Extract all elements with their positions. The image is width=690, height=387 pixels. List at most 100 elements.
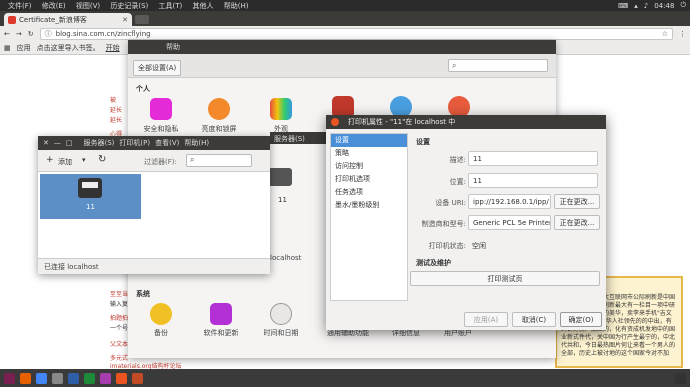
forward-icon[interactable]: → [16,30,22,38]
device-uri-label: 设备 URI: [435,199,466,207]
new-tab-button[interactable] [135,15,149,24]
menu-help[interactable]: 帮助(H) [184,138,209,148]
description-field[interactable]: 11 [468,151,598,166]
settings-item-label[interactable]: 备份 [131,328,191,338]
appearance-icon[interactable] [270,98,292,120]
software-update-icon[interactable] [210,303,232,325]
sidebar-item-ink-levels[interactable]: 墨水/墨粉级别 [331,199,407,212]
all-settings-button[interactable]: 全部设置(A) [133,60,182,76]
ok-button[interactable]: 确定(O) [560,312,602,327]
address-bar[interactable]: ⓘ blog.sina.com.cn/zincflying ☆ [39,28,673,40]
help-menu[interactable]: 帮助 [166,42,180,52]
maximize-icon[interactable]: □ [66,139,73,147]
menu-file[interactable]: 文件(F) [8,2,32,10]
printer-item-selected[interactable]: 11 [40,174,141,219]
settings-item-label[interactable]: 安全和隐私 [131,124,191,134]
change-uri-button[interactable]: 正在更改... [554,194,600,209]
connection-status: 已连接 localhost [38,258,270,274]
reload-icon[interactable]: ↻ [28,30,34,38]
menu-history[interactable]: 历史记录(S) [110,2,148,10]
menu-tools[interactable]: 工具(T) [159,2,183,10]
print-test-page-button[interactable]: 打印测试页 [410,271,600,286]
blog-link[interactable]: 至至当 [110,289,128,298]
taskbar [0,369,690,387]
settings-item-label[interactable]: 时间和日期 [251,328,311,338]
device-uri-field[interactable]: ipp://192.168.0.1/ipp/ [468,194,551,209]
cancel-button[interactable]: 取消(C) [512,312,556,327]
minimize-icon[interactable]: — [54,139,61,147]
menu-server[interactable]: 服务器(S) [84,138,115,148]
files-icon[interactable] [52,372,63,384]
menu-edit[interactable]: 修改(E) [42,2,66,10]
add-icon[interactable]: + [46,155,54,165]
writer-icon[interactable] [68,372,79,384]
info-icon[interactable]: ⓘ [45,29,52,39]
blog-link[interactable]: 延长 [110,115,122,124]
printer-name: 11 [86,203,95,211]
refresh-icon[interactable]: ↻ [98,154,106,165]
filter-input[interactable]: ⌕ [186,154,252,167]
blog-link[interactable]: 父文本 [110,339,128,348]
sidebar-item-printer-options[interactable]: 打印机选项 [331,173,407,186]
clock-icon[interactable] [270,303,292,325]
printer-properties-dialog: 打印机属性 - "11"在 localhost 中 设置 策略 访问控制 打印机… [326,115,606,330]
close-tab-icon[interactable]: ✕ [122,16,128,24]
sidebar-item-policies[interactable]: 策略 [331,147,407,160]
printers-toolbar: + 添加 ▾ ↻ 过滤器(F): ⌕ [38,150,270,172]
printer-state-label: 打印机状态: [428,242,466,250]
menu-help[interactable]: 帮助(H) [224,2,249,10]
settings-search-input[interactable]: ⌕ [448,59,548,72]
behind-status: localhost [270,254,302,262]
close-icon[interactable]: ✕ [43,139,49,147]
volume-icon[interactable]: ♪ [644,2,648,10]
ubuntu-icon[interactable] [4,372,15,384]
star-icon[interactable]: ☆ [662,30,668,38]
network-icon[interactable]: ▴ [634,2,638,10]
bookmark-apps[interactable]: 应用 [17,43,31,53]
close-icon[interactable] [331,118,339,126]
menu-view[interactable]: 视图(V) [76,2,100,10]
chrome-icon[interactable] [36,372,47,384]
sidebar-item-settings[interactable]: 设置 [331,134,407,147]
favicon-icon [8,15,16,24]
location-label: 位置: [449,178,466,186]
sidebar-item-job-options[interactable]: 任务选项 [331,186,407,199]
power-icon[interactable]: ⏻ [680,1,686,10]
chevron-down-icon[interactable]: ▾ [82,156,86,164]
menu-view[interactable]: 查看(V) [155,138,179,148]
behind-printer-icon[interactable] [268,168,292,186]
backup-icon[interactable] [150,303,172,325]
trash-icon[interactable] [675,372,686,384]
blog-link[interactable]: 被 [110,95,116,104]
browser-tab[interactable]: Certificate_新浪博客 ✕ [4,13,132,26]
firefox-icon[interactable] [20,372,31,384]
clock[interactable]: 04:48 [654,2,674,10]
blog-link[interactable]: 拍题拍 [110,313,128,322]
menu-people[interactable]: 其他人 [192,2,213,10]
bookmark-import[interactable]: 点击这里导入书签。 [37,43,100,53]
behind-server-menu[interactable]: 服务器(S) [270,132,330,144]
settings-icon[interactable] [132,372,143,384]
section-personal: 个人 [136,85,150,93]
location-field[interactable]: 11 [468,173,598,188]
settings-item-label[interactable]: 亮度和锁屏 [189,124,249,134]
calc-icon[interactable] [84,372,95,384]
behind-printer-name: 11 [278,196,287,204]
add-button[interactable]: 添加 [58,157,72,167]
impress-icon[interactable] [100,372,111,384]
apply-button[interactable]: 应用(A) [464,312,508,327]
apps-icon[interactable]: ▦ [4,44,11,52]
menu-icon[interactable]: ⋮ [679,30,686,38]
change-model-button[interactable]: 正在更改... [554,215,600,230]
brightness-icon[interactable] [208,98,230,120]
back-icon[interactable]: ← [4,30,10,38]
settings-toolbar: 全部设置(A) ⌕ [128,54,556,78]
sidebar-item-access[interactable]: 访问控制 [331,160,407,173]
security-icon[interactable] [150,98,172,120]
software-center-icon[interactable] [116,372,127,384]
menu-printer[interactable]: 打印机(P) [119,138,150,148]
bookmark-start[interactable]: 开始 [106,43,120,53]
keyboard-icon[interactable]: ⌨ [618,2,628,10]
blog-link[interactable]: 延长 [110,105,122,114]
settings-item-label[interactable]: 软件和更新 [191,328,251,338]
